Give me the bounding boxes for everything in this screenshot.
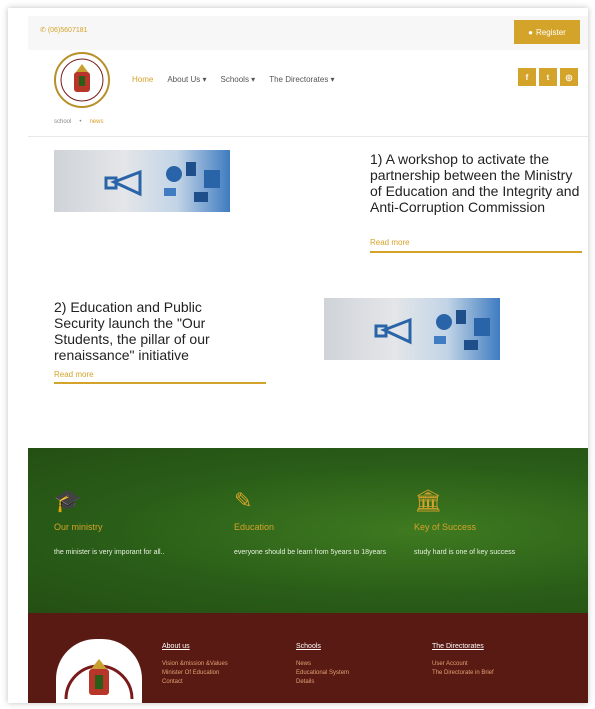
phone-number: (06)5607181: [47, 27, 88, 34]
footer-link[interactable]: Details: [296, 678, 349, 687]
feature-key-of-success: 🏛 Key of Success study hard is one of ke…: [414, 488, 584, 559]
footer-logo[interactable]: [56, 639, 142, 703]
emblem-icon: [64, 659, 134, 700]
main-nav: Home About Us ▾ Schools ▾ The Directorat…: [132, 75, 335, 84]
feature-our-ministry: 🎓 Our ministry the minister is very impo…: [54, 488, 224, 559]
page-frame: ✆ (06)5607181 ● Register Home About Us ▾…: [8, 8, 588, 703]
news-read-more-1[interactable]: Read more: [370, 238, 410, 247]
news-underline-2: [54, 382, 266, 384]
breadcrumb-home[interactable]: school: [54, 119, 71, 125]
footer-link[interactable]: Vision &mission &Values: [162, 660, 228, 669]
news-title-2[interactable]: 2) Education and Public Security launch …: [54, 299, 254, 363]
register-label: Register: [536, 27, 566, 37]
breadcrumb-separator: •: [79, 119, 82, 125]
twitter-icon[interactable]: t: [539, 68, 557, 86]
footer-link[interactable]: Minister Of Education: [162, 669, 228, 678]
feature-heading: Key of Success: [414, 522, 477, 532]
top-bar: ✆ (06)5607181 ● Register: [28, 16, 588, 50]
footer-heading[interactable]: The Directorates: [432, 643, 494, 650]
news-thumbnail-1[interactable]: [54, 150, 230, 212]
breadcrumb: school • news: [54, 119, 103, 125]
nav-about-us[interactable]: About Us ▾: [167, 75, 206, 84]
footer-col-directorates: The Directorates User Account The Direct…: [432, 643, 494, 678]
footer-col-schools: Schools News Educational System Details: [296, 643, 349, 687]
footer-heading[interactable]: About us: [162, 643, 228, 650]
instagram-icon[interactable]: ◎: [560, 68, 578, 86]
feature-heading: Education: [234, 522, 275, 532]
footer-heading[interactable]: Schools: [296, 643, 349, 650]
social-links: f t ◎: [518, 68, 578, 86]
megaphone-icon: [104, 162, 220, 202]
feature-text: the minister is very imporant for all..: [54, 549, 165, 556]
news-underline-1: [370, 251, 582, 253]
news-read-more-2[interactable]: Read more: [54, 370, 94, 379]
footer-link[interactable]: User Account: [432, 660, 494, 669]
feature-heading: Our ministry: [54, 522, 103, 532]
emblem-icon: [54, 52, 110, 108]
feature-text: study hard is one of key success: [414, 549, 516, 556]
feature-text: everyone should be learn from 5years to …: [234, 549, 387, 556]
feature-education: ✎ Education everyone should be learn fro…: [234, 488, 404, 559]
footer-link[interactable]: Educational System: [296, 669, 349, 678]
register-button[interactable]: ● Register: [514, 20, 580, 44]
ruler-pencil-icon: ✎: [234, 488, 253, 513]
footer-col-about: About us Vision &mission &Values Ministe…: [162, 643, 228, 687]
nav-directorates[interactable]: The Directorates ▾: [269, 75, 334, 84]
building-icon: 🏛: [414, 488, 442, 513]
news-title-1[interactable]: 1) A workshop to activate the partnershi…: [370, 151, 582, 215]
facebook-icon[interactable]: f: [518, 68, 536, 86]
user-icon: ●: [528, 27, 534, 37]
footer-link[interactable]: The Directorate in Brief: [432, 669, 494, 678]
footer-link[interactable]: News: [296, 660, 349, 669]
phone-text: ✆ (06)5607181: [40, 27, 88, 34]
nav-schools[interactable]: Schools ▾: [221, 75, 256, 84]
megaphone-icon: [374, 310, 490, 350]
footer-link[interactable]: Contact: [162, 678, 228, 687]
graduation-cap-icon: 🎓: [54, 488, 82, 513]
news-thumbnail-2[interactable]: [324, 298, 500, 360]
breadcrumb-current: news: [89, 119, 104, 125]
features-band: 🎓 Our ministry the minister is very impo…: [28, 448, 588, 613]
nav-home[interactable]: Home: [132, 75, 153, 84]
site-footer: About us Vision &mission &Values Ministe…: [28, 613, 588, 703]
header-divider: [28, 136, 588, 137]
ministry-logo[interactable]: [52, 50, 112, 110]
